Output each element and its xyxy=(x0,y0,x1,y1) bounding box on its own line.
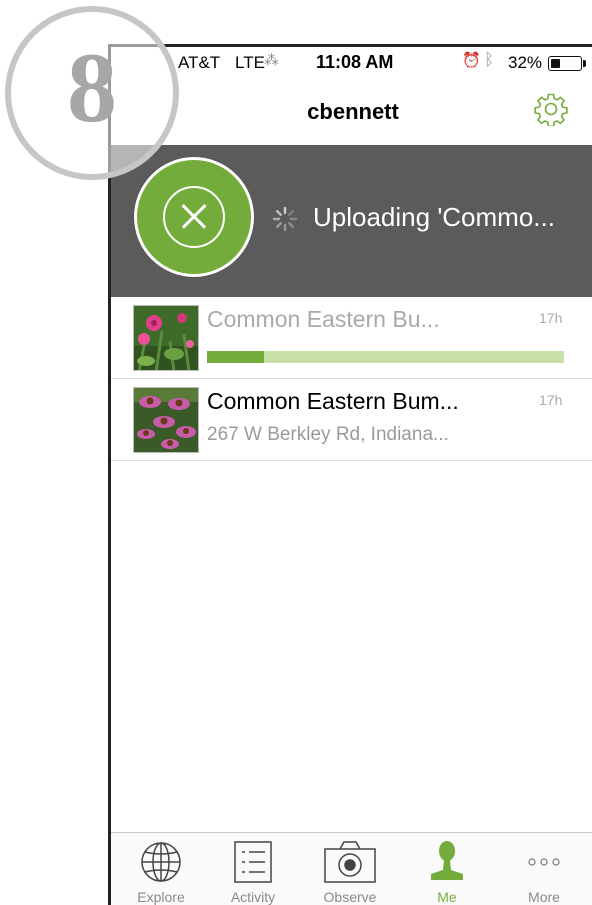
tab-more[interactable]: More xyxy=(498,833,590,905)
close-circle-icon xyxy=(163,186,225,248)
tab-label: Me xyxy=(437,889,457,905)
list-item[interactable]: Common Eastern Bum... 17h 267 W Berkley … xyxy=(111,379,592,461)
battery-tip xyxy=(583,60,586,67)
observation-name: Common Eastern Bu... xyxy=(207,306,440,332)
upload-progress-fill xyxy=(207,351,265,363)
network-label: LTE xyxy=(235,53,265,72)
globe-icon xyxy=(115,840,207,884)
camera-icon xyxy=(304,840,396,884)
observation-photo xyxy=(133,387,199,453)
gear-icon[interactable] xyxy=(534,92,568,128)
step-number: 8 xyxy=(67,32,117,143)
cancel-upload-button[interactable] xyxy=(134,157,254,277)
observation-photo xyxy=(133,305,199,371)
page-title: cbennett xyxy=(307,99,399,124)
network-activity-icon: ⁂ xyxy=(264,52,279,69)
loading-spinner-icon xyxy=(272,206,298,232)
more-dots-icon xyxy=(498,840,590,884)
status-bar: AT&T LTE ⁂ 11:08 AM ⏰ ᛒ 32% xyxy=(111,47,592,77)
tab-bar: Explore Activity Observe Me More xyxy=(111,832,592,905)
tab-explore[interactable]: Explore xyxy=(115,833,207,905)
nav-bar: cbennett xyxy=(111,77,592,145)
carrier-label: AT&T xyxy=(178,53,221,72)
alarm-icon: ⏰ xyxy=(462,52,481,69)
battery-icon xyxy=(548,56,582,71)
upload-progress-bar xyxy=(207,351,564,363)
observation-time: 17h xyxy=(539,310,563,326)
list-item[interactable]: Common Eastern Bu... 17h xyxy=(111,297,592,379)
step-number-badge: 8 xyxy=(5,6,179,180)
tab-observe[interactable]: Observe xyxy=(304,833,396,905)
tab-label: Observe xyxy=(323,889,377,905)
battery-percent: 32% xyxy=(508,53,543,72)
tab-label: Explore xyxy=(137,889,185,905)
tab-label: More xyxy=(528,889,560,905)
bluetooth-icon: ᛒ xyxy=(484,50,495,69)
tab-me[interactable]: Me xyxy=(401,833,493,905)
tab-activity[interactable]: Activity xyxy=(207,833,299,905)
person-icon xyxy=(401,840,493,884)
observation-time: 17h xyxy=(539,392,563,408)
upload-status-text: Uploading 'Commo... xyxy=(313,202,555,232)
tab-label: Activity xyxy=(230,889,276,905)
clock: 11:08 AM xyxy=(316,52,394,72)
list-icon xyxy=(207,840,299,884)
observation-location: 267 W Berkley Rd, Indiana... xyxy=(207,424,449,445)
observation-list: Common Eastern Bu... 17h Common Eastern … xyxy=(111,297,592,461)
observation-name: Common Eastern Bum... xyxy=(207,388,459,414)
